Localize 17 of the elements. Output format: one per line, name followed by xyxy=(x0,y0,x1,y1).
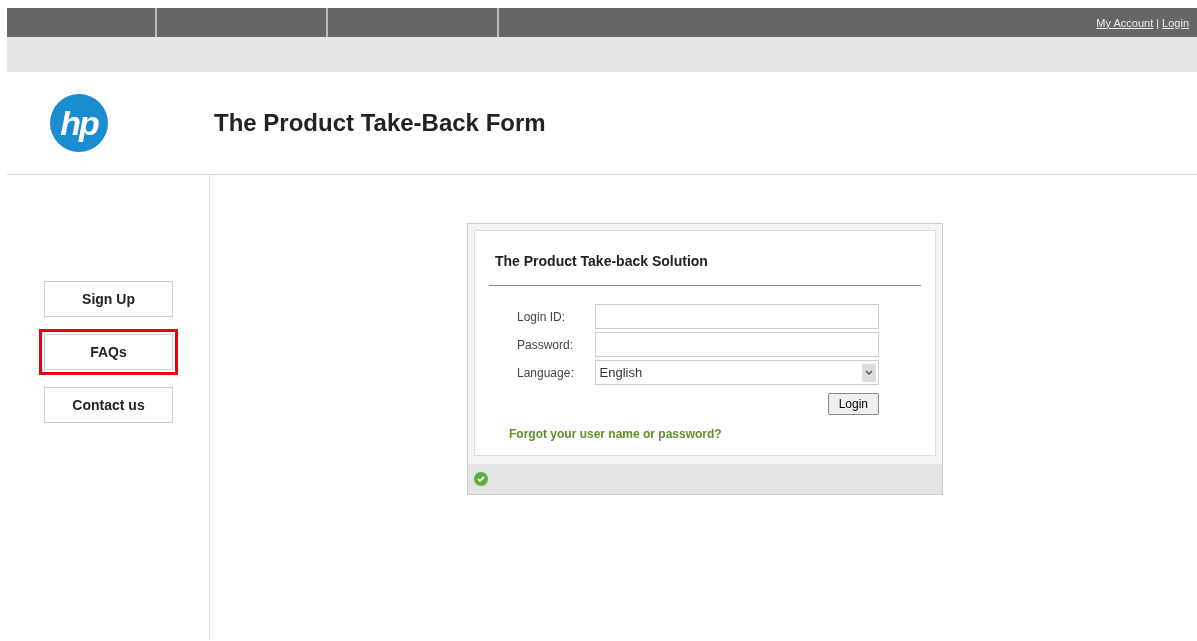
sidebar-button[interactable]: Sign Up xyxy=(44,281,173,317)
panel-title: The Product Take-back Solution xyxy=(489,253,921,286)
login-button[interactable]: Login xyxy=(827,393,879,415)
field-label: Language: xyxy=(517,365,575,380)
sidebar-button[interactable]: FAQs xyxy=(44,334,173,370)
language-select[interactable]: English xyxy=(594,360,879,385)
forgot-link[interactable]: Forgot your user name or password? xyxy=(509,427,921,441)
field-label: Login ID: xyxy=(517,309,567,324)
password-field[interactable] xyxy=(594,332,879,357)
link-separator: | xyxy=(1156,16,1160,29)
login-id-field[interactable] xyxy=(594,304,879,329)
logo: hp xyxy=(50,94,108,152)
login-link[interactable]: Login xyxy=(1162,16,1189,29)
my-account-link[interactable]: My Account xyxy=(1096,16,1154,29)
field-label: Password: xyxy=(517,337,575,352)
page-title: The Product Take-Back Form xyxy=(214,109,546,137)
sidebar-button[interactable]: Contact us xyxy=(44,387,173,423)
